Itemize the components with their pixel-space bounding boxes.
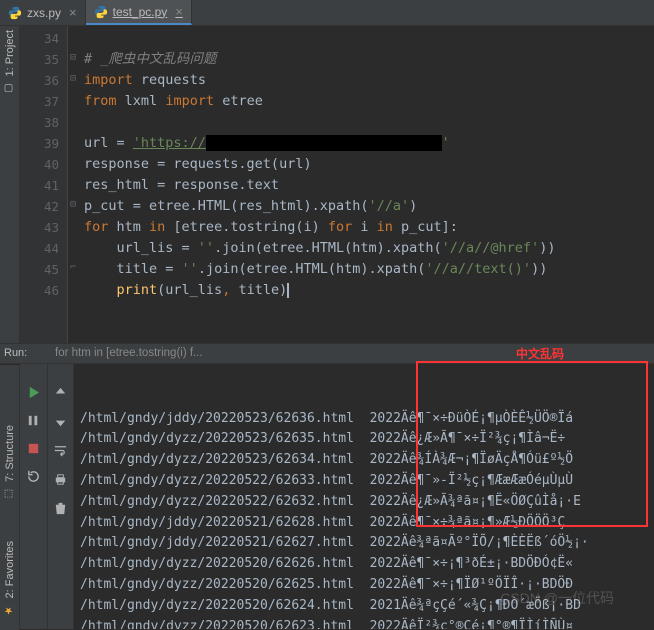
structure-tool[interactable]: ⬚ 7: Structure	[3, 425, 17, 499]
close-icon[interactable]: ×	[69, 5, 77, 20]
code-editor[interactable]: # _爬虫中文乱码问题 import requests from lxml im…	[68, 26, 654, 343]
output-line: /html/gndy/dyzz/20220523/62635.html 2022…	[80, 429, 648, 450]
run-config-tab[interactable]: test_pc	[74, 364, 128, 367]
tab-test-pc[interactable]: test_pc.py ×	[86, 0, 192, 25]
down-icon[interactable]	[51, 411, 71, 431]
up-icon[interactable]	[51, 382, 71, 402]
structure-icon: ⬚	[3, 485, 17, 499]
line-gutter: 34 35 36 37 38 39 40 41 42 43 44 45 46 ⊟…	[20, 26, 68, 343]
python-icon	[94, 5, 108, 19]
output-line: /html/gndy/dyzz/20220520/62626.html 2022…	[80, 554, 648, 575]
run-tool-column-2	[48, 364, 74, 629]
editor-tabs: zxs.py × test_pc.py ×	[0, 0, 654, 26]
run-tool-column-1	[20, 364, 48, 629]
output-line: /html/gndy/dyzz/20220520/62623.html 2022…	[80, 617, 648, 629]
fold-column: ⊟ ⊟ ⊟ ⌐	[67, 26, 79, 278]
star-icon: ★	[3, 601, 17, 615]
run-button[interactable]	[24, 382, 44, 402]
output-line: /html/gndy/dyzz/20220522/62632.html 2022…	[80, 492, 648, 513]
output-line: /html/gndy/dyzz/20220523/62634.html 2022…	[80, 450, 648, 471]
annotation-label: 中文乱码	[516, 345, 564, 362]
editor-area: ▢ 1: Project 34 35 36 37 38 39 40 41 42 …	[0, 26, 654, 343]
project-tool[interactable]: ▢ 1: Project	[3, 30, 17, 93]
redacted-url: xxxxxxxxxxxxxxxxxxxxxxxxxxxxx	[206, 135, 442, 151]
fold-icon[interactable]: ⊟	[67, 194, 79, 215]
left-rail: ⬚ 7: Structure ★ 2: Favorites	[0, 365, 20, 630]
print-icon[interactable]	[51, 469, 71, 489]
fold-icon[interactable]: ⊟	[67, 68, 79, 89]
output-line: /html/gndy/dyzz/20220520/62625.html 2022…	[80, 575, 648, 596]
tab-label: test_pc.py	[113, 5, 168, 19]
soft-wrap-icon[interactable]	[51, 440, 71, 460]
python-icon	[8, 6, 22, 20]
output-line: /html/gndy/jddy/20220521/62627.html 2022…	[80, 533, 648, 554]
fold-end-icon[interactable]: ⌐	[67, 257, 79, 278]
text-cursor	[287, 283, 289, 298]
trash-icon[interactable]	[51, 498, 71, 518]
output-line: /html/gndy/dyzz/20220520/62624.html 2021…	[80, 596, 648, 617]
output-line: /html/gndy/dyzz/20220522/62633.html 2022…	[80, 471, 648, 492]
restart-button[interactable]	[24, 466, 44, 486]
close-icon[interactable]: ×	[175, 4, 183, 19]
code-line: # _爬虫中文乱码问题	[84, 51, 216, 67]
console-output[interactable]: test_pc /html/gndy/jddy/20220523/62636.h…	[74, 364, 654, 629]
tab-label: zxs.py	[27, 6, 61, 20]
tab-zxs[interactable]: zxs.py ×	[0, 0, 86, 25]
output-line: /html/gndy/jddy/20220521/62628.html 2022…	[80, 513, 648, 534]
run-panel-label: Run:	[4, 347, 27, 359]
favorites-tool[interactable]: ★ 2: Favorites	[3, 541, 17, 615]
stop-button[interactable]	[24, 438, 44, 458]
folder-icon: ▢	[3, 79, 17, 93]
keyword: import	[84, 72, 133, 88]
output-line: /html/gndy/jddy/20220523/62636.html 2022…	[80, 409, 648, 430]
fold-icon[interactable]: ⊟	[67, 47, 79, 68]
run-panel: test_pc /html/gndy/jddy/20220523/62636.h…	[20, 364, 654, 629]
left-tool-strip: ▢ 1: Project	[0, 26, 20, 343]
debug-pause-button[interactable]	[24, 410, 44, 430]
